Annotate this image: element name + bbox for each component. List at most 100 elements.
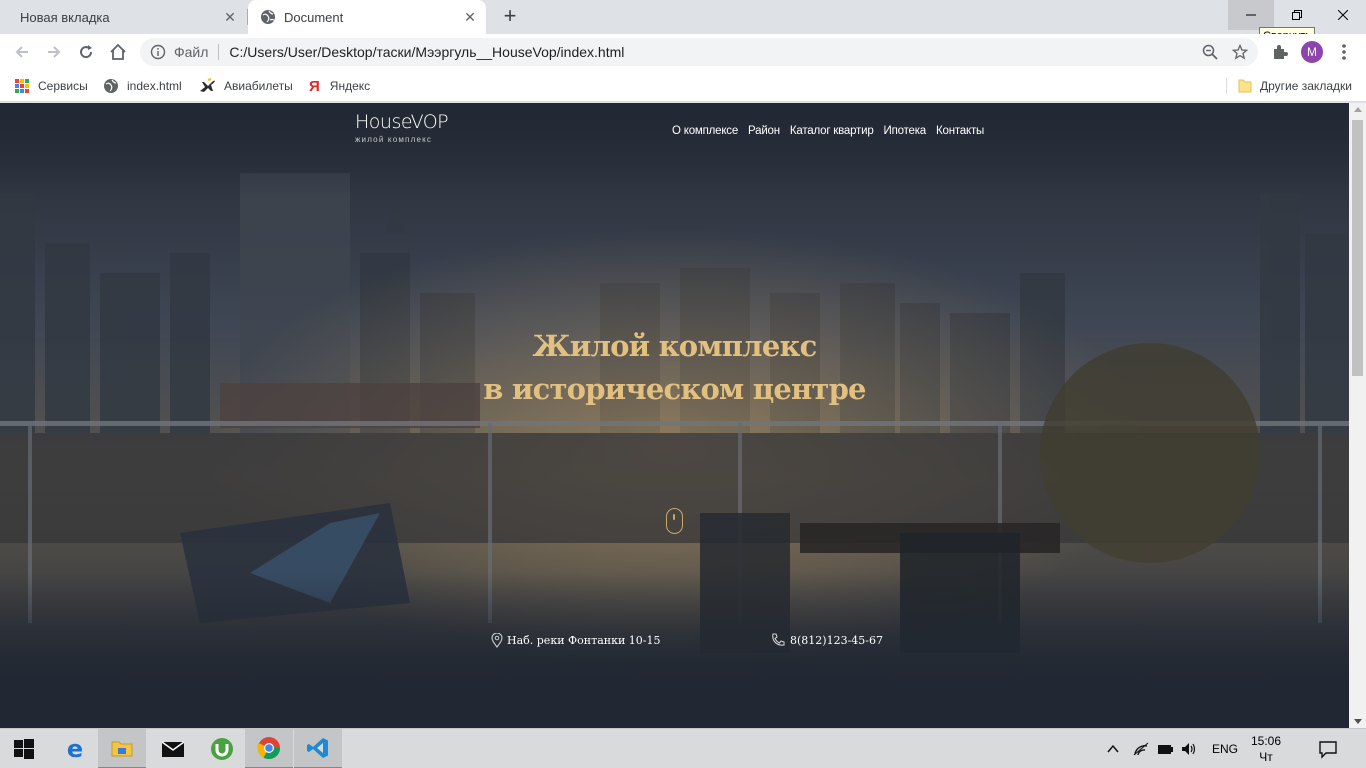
phone-icon [772, 633, 785, 646]
minimize-icon [1246, 14, 1256, 16]
profile-avatar[interactable]: M [1301, 41, 1323, 63]
page-viewport: HouseVOP жилой комплекс О комплексе Райо… [0, 103, 1349, 728]
site-logo[interactable]: HouseVOP жилой комплекс [355, 111, 449, 144]
bookmark-flights[interactable]: Авиабилеты [198, 77, 293, 95]
close-icon[interactable]: ✕ [462, 9, 478, 25]
notification-icon[interactable] [1318, 739, 1338, 759]
arrow-right-icon [48, 46, 61, 58]
extensions-icon[interactable] [1271, 43, 1289, 61]
omnibox-separator [218, 44, 220, 60]
clock-time: 15:06 [1250, 734, 1282, 748]
new-tab-button[interactable]: + [498, 5, 522, 29]
globe-icon [261, 10, 275, 24]
bookmark-label: Сервисы [38, 79, 88, 93]
bookmark-label: index.html [127, 79, 182, 93]
chevron-up-icon[interactable] [1106, 742, 1120, 756]
taskbar-vscode[interactable] [294, 729, 342, 768]
address-bar[interactable]: Файл C:/Users/User/Desktop/таски/Мээргул… [140, 38, 1258, 66]
tab-new-tab[interactable]: Новая вкладка ✕ [8, 0, 246, 34]
apps-grid-icon [15, 79, 29, 93]
taskbar-explorer[interactable] [98, 729, 146, 768]
hero-title-line2: в историческом центре [483, 372, 866, 406]
tab-document[interactable]: Document ✕ [248, 0, 486, 34]
info-icon[interactable] [150, 44, 166, 60]
taskbar-mail[interactable] [149, 729, 197, 768]
bookmarks-separator [1226, 78, 1227, 94]
bookmark-services[interactable]: Сервисы [14, 77, 88, 95]
globe-icon [104, 79, 118, 93]
tab-title: Document [284, 9, 344, 25]
browser-toolbar: Файл C:/Users/User/Desktop/таски/Мээргул… [0, 34, 1366, 70]
other-bookmarks[interactable]: Другие закладки [1238, 77, 1352, 95]
nav-contacts[interactable]: Контакты [936, 125, 984, 137]
network-icon[interactable] [1132, 741, 1150, 757]
hero-background-image [0, 103, 1349, 728]
scroll-thumb[interactable] [1352, 120, 1363, 376]
bookmark-label: Авиабилеты [224, 79, 293, 93]
reload-button[interactable] [74, 40, 98, 64]
close-icon [1338, 10, 1348, 20]
close-icon[interactable]: ✕ [222, 9, 238, 25]
restore-button[interactable] [1274, 0, 1320, 30]
home-icon [110, 43, 126, 60]
hero-title: Жилой комплекс в историческом центре [0, 325, 1349, 411]
scroll-mouse-icon[interactable] [666, 508, 683, 534]
reload-icon [80, 45, 93, 59]
minimize-button[interactable] [1228, 0, 1274, 30]
edge-icon: e [66, 735, 84, 763]
windows-taskbar: e ENG 15:06 Чт 15.10.20 [0, 728, 1366, 768]
taskbar-utorrent[interactable] [198, 729, 246, 768]
utorrent-icon [211, 738, 233, 760]
taskbar-chrome[interactable] [245, 729, 293, 768]
scroll-up-arrow-icon[interactable] [1354, 107, 1362, 112]
forward-button[interactable] [42, 40, 66, 64]
airplane-icon [200, 78, 215, 92]
other-bookmarks-label: Другие закладки [1260, 79, 1352, 93]
nav-district[interactable]: Район [748, 125, 780, 137]
battery-icon[interactable] [1156, 742, 1174, 756]
back-button[interactable] [10, 40, 34, 64]
vscode-icon [307, 738, 328, 758]
language-indicator[interactable]: ENG [1212, 742, 1238, 756]
page-scrollbar[interactable] [1349, 103, 1366, 728]
star-icon[interactable] [1232, 44, 1248, 60]
location-pin-icon [491, 633, 503, 648]
system-tray: ENG [1106, 729, 1238, 768]
phone[interactable]: 8(812)123-45-67 [771, 633, 883, 647]
chrome-icon [257, 737, 280, 759]
speaker-icon[interactable] [1180, 741, 1198, 757]
zoom-icon[interactable] [1202, 44, 1218, 60]
url-text[interactable]: C:/Users/User/Desktop/таски/Мээргуль__Ho… [229, 44, 624, 60]
home-button[interactable] [106, 40, 130, 64]
site-nav: О комплексе Район Каталог квартир Ипотек… [672, 125, 984, 137]
taskbar-edge[interactable]: e [51, 729, 99, 768]
tab-strip: Новая вкладка ✕ Document ✕ + Свернуть [0, 0, 1366, 45]
scroll-down-arrow-icon[interactable] [1354, 719, 1362, 724]
nav-mortgage[interactable]: Ипотека [884, 125, 927, 137]
arrow-left-icon [15, 46, 28, 58]
folder-icon [111, 741, 133, 757]
address-text: Наб. реки Фонтанки 10-15 [507, 634, 661, 647]
bookmark-yandex[interactable]: Я Яндекс [309, 77, 370, 95]
hero-title-line1: Жилой комплекс [532, 329, 818, 363]
address: Наб. реки Фонтанки 10-15 [491, 633, 661, 648]
clock-date: Чт 15.10.20 [1243, 750, 1290, 768]
close-window-button[interactable] [1320, 0, 1366, 30]
mail-icon [161, 741, 185, 757]
nav-about[interactable]: О комплексе [672, 125, 738, 137]
bookmark-label: Яндекс [329, 79, 371, 93]
more-menu-icon[interactable] [1336, 42, 1352, 62]
start-button[interactable] [0, 729, 48, 768]
restore-icon [1292, 10, 1302, 20]
scheme-label: Файл [174, 44, 209, 60]
bookmark-index[interactable]: index.html [103, 77, 182, 95]
windows-logo-icon [14, 739, 34, 759]
nav-catalog[interactable]: Каталог квартир [790, 125, 874, 137]
tab-title: Новая вкладка [20, 9, 110, 25]
yandex-icon: Я [309, 77, 320, 95]
bookmarks-bar: Сервисы index.html Авиабилеты Я Яндекс Д… [0, 70, 1366, 102]
phone-text: 8(812)123-45-67 [790, 633, 884, 647]
folder-icon [1238, 79, 1252, 93]
clock[interactable]: 15:06 Чт 15.10.20 [1240, 733, 1292, 768]
logo-title: HouseVOP [355, 111, 449, 133]
